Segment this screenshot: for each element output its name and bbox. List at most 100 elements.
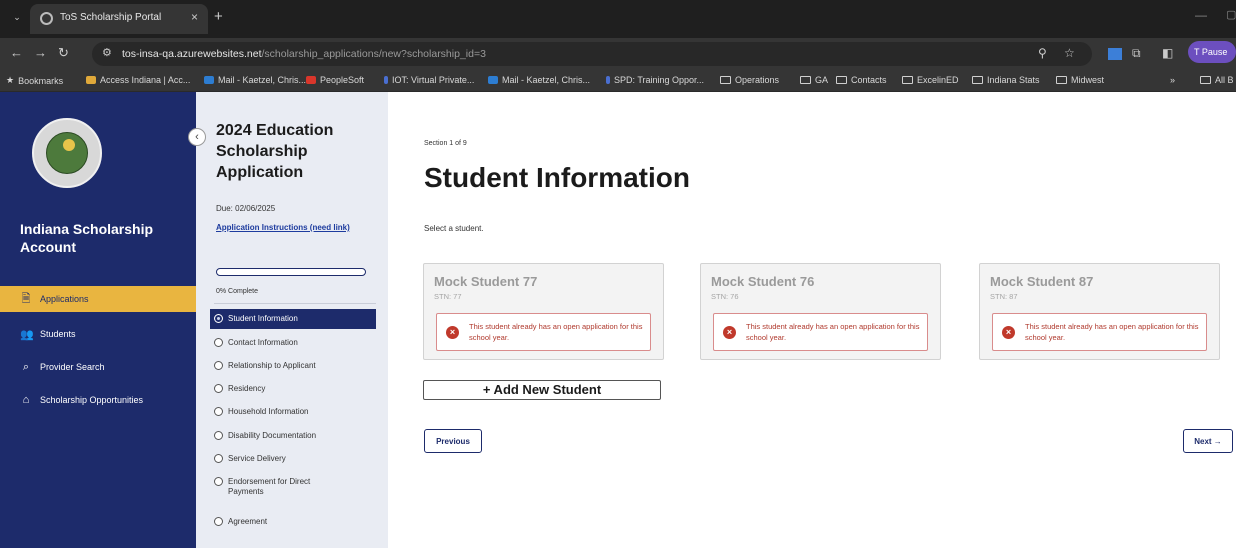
bookmark-item[interactable]: PeopleSoft [306,75,364,85]
sidebar-item-applications[interactable]: 🗎 Applications [0,286,196,312]
student-card[interactable]: Mock Student 77 STN: 77 × This student a… [423,263,664,360]
globe-icon [40,12,53,25]
url-input[interactable]: ⚙ tos-insa-qa.azurewebsites.net/scholars… [92,42,1092,66]
forward-icon[interactable]: → [34,45,47,60]
main-content: Section 1 of 9 Student Information Selec… [388,92,1236,548]
previous-button[interactable]: Previous [424,429,482,453]
browser-tab[interactable]: ToS Scholarship Portal × [30,4,208,34]
divider [214,303,376,304]
bookmark-folder[interactable]: Contacts [836,75,887,85]
bookmark-folder[interactable]: Midwest [1056,75,1104,85]
section-label: Residency [228,384,266,393]
sidebar-item-label: Applications [40,294,89,304]
bookmark-folder[interactable]: Indiana Stats [972,75,1040,85]
address-bar: ← → ↻ ⚙ tos-insa-qa.azurewebsites.net/sc… [0,38,1236,70]
all-bookmarks-folder[interactable]: All B [1200,75,1234,85]
bookmark-item[interactable]: Mail - Kaetzel, Chris... [204,75,306,85]
section-counter: Section 1 of 9 [424,140,467,147]
alert-text: This student already has an open applica… [746,322,920,342]
add-new-student-button[interactable]: + Add New Student [423,380,661,400]
search-icon: ⌕ [22,360,30,373]
bookmarks-bar: ★ Bookmarks Access Indiana | Acc... Mail… [0,70,1236,92]
error-icon: × [1002,326,1015,339]
account-sidebar: Indiana Scholarship Account 🗎 Applicatio… [0,92,196,548]
sidebar-item-scholarship-opportunities[interactable]: ⌂ Scholarship Opportunities [0,387,196,413]
bookmark-folder[interactable]: Operations [720,75,779,85]
student-stn: STN: 76 [711,292,739,301]
alert-text: This student already has an open applica… [1025,322,1199,342]
next-button[interactable]: Next → [1183,429,1233,453]
account-title: Indiana Scholarship Account [20,221,154,255]
radio-icon [214,477,223,486]
progress-bar [216,268,366,276]
sidepanel-icon[interactable]: ◧ [1162,46,1173,60]
student-card[interactable]: Mock Student 76 STN: 76 × This student a… [700,263,941,360]
radio-icon [214,314,223,323]
select-student-prompt: Select a student. [424,224,484,233]
bookmark-folder[interactable]: ExcelinED [902,75,959,85]
student-stn: STN: 87 [990,292,1018,301]
section-label: Endorsement for Direct Payments [228,477,311,496]
bookmarks-overflow[interactable]: » [1170,75,1175,85]
instructions-link[interactable]: Application Instructions (need link) [216,222,366,233]
section-residency[interactable]: Residency [210,379,376,399]
extension-icon[interactable] [1108,48,1122,60]
sidebar-item-students[interactable]: 👥 Students [0,321,196,347]
section-label: Household Information [228,407,309,416]
bookmark-item[interactable]: Access Indiana | Acc... [86,75,190,85]
radio-icon [214,431,223,440]
bookmark-item[interactable]: SPD: Training Oppor... [606,75,704,85]
section-label: Contact Information [228,338,298,347]
indiana-seal-logo [32,118,102,188]
student-name: Mock Student 76 [711,274,815,289]
bookmark-item[interactable]: Mail - Kaetzel, Chris... [488,75,590,85]
section-contact-information[interactable]: Contact Information [210,333,376,353]
tab-search-icon[interactable]: ⌄ [8,8,26,26]
bookmark-folder[interactable]: GA [800,75,828,85]
alert-text: This student already has an open applica… [469,322,643,342]
section-agreement[interactable]: Agreement [210,512,376,532]
zoom-icon[interactable]: ⚲ [1038,46,1047,60]
minimize-icon[interactable]: — [1195,8,1207,22]
section-student-information[interactable]: Student Information [210,309,376,329]
close-icon[interactable]: × [191,10,198,24]
bookmark-star[interactable]: ★ Bookmarks [6,75,63,86]
sidebar-item-provider-search[interactable]: ⌕ Provider Search [0,354,196,380]
open-application-alert: × This student already has an open appli… [436,313,651,351]
maximize-icon[interactable]: ▢ [1226,8,1236,21]
error-icon: × [446,326,459,339]
application-sections-panel: 2024 Education Scholarship Application D… [196,92,388,548]
star-icon[interactable]: ☆ [1064,46,1075,60]
back-icon[interactable]: ← [10,45,23,60]
student-name: Mock Student 77 [434,274,538,289]
student-name: Mock Student 87 [990,274,1094,289]
radio-icon [214,517,223,526]
error-icon: × [723,326,736,339]
seal-sun [63,139,75,151]
profile-button[interactable]: T Pause [1188,41,1236,63]
puzzle-icon[interactable]: ⧉ [1132,46,1141,61]
section-label: Relationship to Applicant [228,361,316,370]
site-info-icon[interactable]: ⚙ [102,46,112,59]
sidebar-item-label: Scholarship Opportunities [40,395,144,405]
browser-tabstrip: ⌄ ToS Scholarship Portal × + — ▢ [0,0,1236,38]
reload-icon[interactable]: ↻ [58,45,69,61]
section-household-information[interactable]: Household Information [210,402,376,422]
collapse-sidebar-button[interactable]: ‹ [188,128,206,146]
section-endorsement-for-direct-payments[interactable]: Endorsement for Direct Payments [210,472,330,497]
section-disability-documentation[interactable]: Disability Documentation [210,426,376,446]
page-title: Student Information [424,162,690,193]
new-tab-icon[interactable]: + [214,8,223,25]
section-label: Service Delivery [228,454,286,463]
radio-icon [214,454,223,463]
seal-emblem [46,132,88,174]
scholarship-icon: ⌂ [22,394,30,406]
due-date: Due: 02/06/2025 [216,204,276,213]
bookmark-item[interactable]: IOT: Virtual Private... [384,75,474,85]
section-label: Disability Documentation [228,431,317,440]
document-icon: 🗎 [21,292,31,305]
section-service-delivery[interactable]: Service Delivery [210,449,376,469]
radio-icon [214,338,223,347]
student-card[interactable]: Mock Student 87 STN: 87 × This student a… [979,263,1220,360]
section-relationship-to-applicant[interactable]: Relationship to Applicant [210,356,376,376]
